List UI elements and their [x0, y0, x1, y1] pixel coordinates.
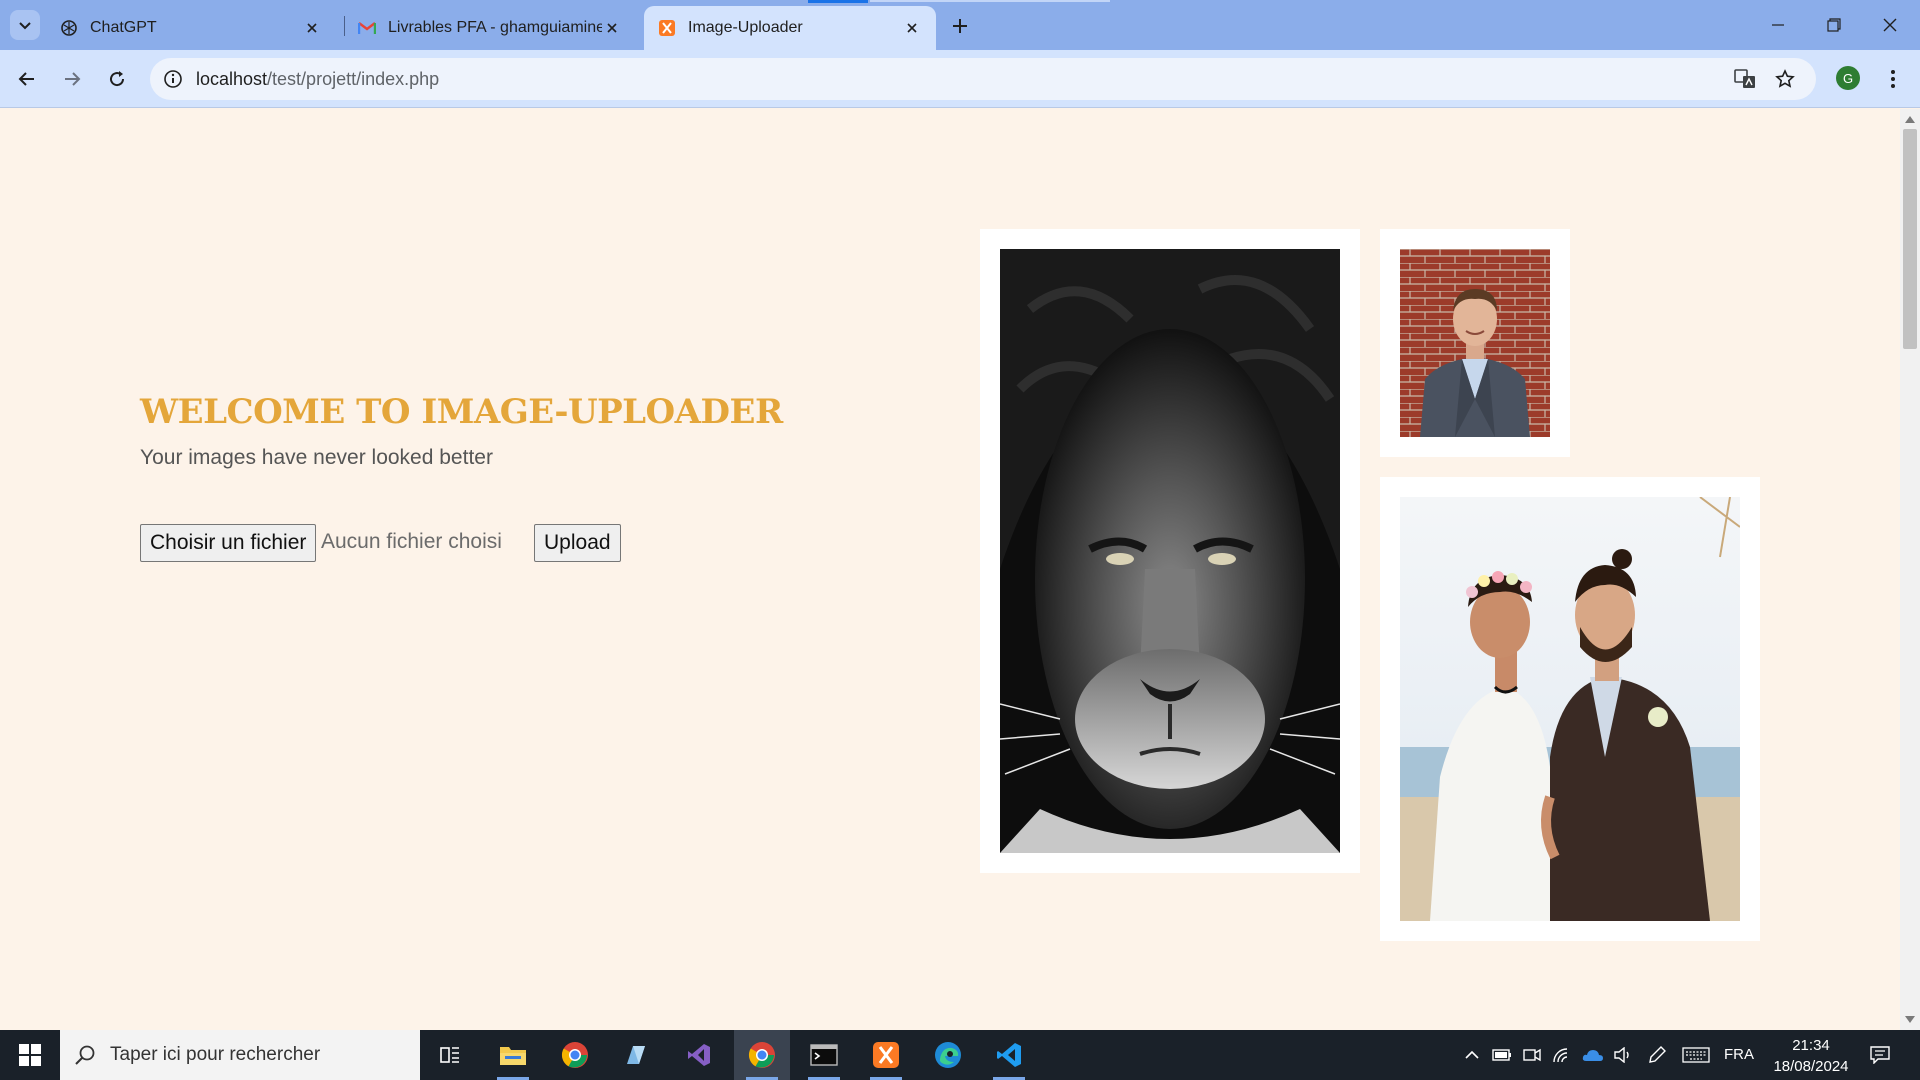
network-icon[interactable]	[1550, 1030, 1574, 1080]
gallery-item-portrait	[1380, 229, 1570, 457]
site-info-icon[interactable]	[160, 66, 186, 92]
clock-time: 21:34	[1792, 1037, 1830, 1054]
chrome-profile-button[interactable]	[734, 1030, 790, 1080]
vscode-icon	[997, 1043, 1021, 1067]
address-bar[interactable]: localhost/test/projett/index.php	[150, 58, 1816, 100]
file-explorer-button[interactable]	[485, 1030, 541, 1080]
close-window-button[interactable]	[1862, 0, 1918, 50]
arrow-right-icon	[65, 72, 81, 86]
url-host: localhost	[196, 69, 268, 89]
scroll-up-icon[interactable]	[1904, 113, 1916, 125]
couple-photo	[1400, 497, 1740, 921]
pen-icon[interactable]	[1644, 1030, 1670, 1080]
close-icon[interactable]	[602, 18, 622, 38]
battery-icon[interactable]	[1490, 1030, 1514, 1080]
gallery-item-couple	[1380, 477, 1760, 941]
scroll-down-icon[interactable]	[1904, 1014, 1916, 1026]
app-pen-button[interactable]	[608, 1030, 664, 1080]
plus-icon	[953, 19, 967, 33]
visual-studio-button[interactable]	[671, 1030, 727, 1080]
upload-button[interactable]: Upload	[534, 524, 621, 562]
folder-icon	[500, 1047, 526, 1065]
taskbar-search-placeholder: Taper ici pour rechercher	[110, 1044, 321, 1065]
file-status-text: Aucun fichier choisi	[321, 530, 502, 553]
page-title: WELCOME TO IMAGE-UPLOADER	[140, 392, 783, 432]
xampp-icon	[873, 1042, 899, 1068]
tab-search-button[interactable]	[10, 10, 40, 40]
lion-photo	[1000, 249, 1340, 853]
tray-overflow-button[interactable]	[1460, 1030, 1484, 1080]
tab-image-uploader[interactable]: Image-Uploader	[644, 6, 936, 50]
start-button[interactable]	[0, 1030, 60, 1080]
tab-chatgpt[interactable]: ChatGPT	[46, 6, 336, 50]
page-subtitle: Your images have never looked better	[140, 446, 493, 469]
edge-icon	[935, 1042, 961, 1068]
arrow-left-icon	[18, 72, 34, 86]
camera-icon[interactable]	[1520, 1030, 1544, 1080]
windows-logo-icon	[19, 1044, 41, 1066]
clock[interactable]: 21:34 18/08/2024	[1766, 1035, 1856, 1077]
gallery-item-lion	[980, 229, 1360, 873]
tab-title: Image-Uploader	[688, 19, 803, 36]
close-icon[interactable]	[902, 18, 922, 38]
tab-title: Livrables PFA - ghamguiamine6	[388, 19, 602, 36]
terminal-button[interactable]	[796, 1030, 852, 1080]
minimize-icon	[1772, 24, 1784, 26]
notifications-icon[interactable]	[1866, 1030, 1894, 1080]
chevron-up-icon	[1465, 1050, 1479, 1059]
reload-button[interactable]	[100, 62, 134, 96]
visual-studio-icon	[688, 1044, 710, 1066]
tab-livrables[interactable]: Livrables PFA - ghamguiamine6	[344, 6, 636, 50]
browser-toolbar: localhost/test/projett/index.php G	[0, 50, 1920, 108]
volume-icon[interactable]	[1610, 1030, 1636, 1080]
back-button[interactable]	[10, 62, 44, 96]
xampp-icon	[658, 19, 676, 37]
keyboard-icon[interactable]	[1680, 1030, 1712, 1080]
browser-menu-button[interactable]	[1880, 64, 1906, 94]
forward-button[interactable]	[55, 62, 89, 96]
clock-date: 18/08/2024	[1773, 1058, 1849, 1075]
profile-avatar[interactable]: G	[1836, 66, 1860, 90]
chevron-down-icon	[19, 22, 31, 30]
close-icon[interactable]	[302, 18, 322, 38]
terminal-icon	[810, 1044, 838, 1066]
restore-button[interactable]	[1806, 0, 1862, 50]
chrome-icon	[561, 1042, 588, 1068]
whiteboard-icon	[627, 1046, 645, 1064]
search-icon	[60, 1044, 110, 1066]
vscode-button[interactable]	[981, 1030, 1037, 1080]
gmail-icon	[358, 19, 376, 37]
new-tab-button[interactable]	[946, 12, 974, 40]
chrome-button[interactable]	[547, 1030, 603, 1080]
loading-indicator-track	[870, 0, 1110, 2]
page-scrollbar[interactable]	[1900, 109, 1920, 1030]
bookmark-star-icon[interactable]	[1772, 66, 1798, 92]
xampp-button[interactable]	[858, 1030, 914, 1080]
edge-button[interactable]	[920, 1030, 976, 1080]
url-path: /test/projett/index.php	[267, 69, 440, 89]
onedrive-icon[interactable]	[1580, 1030, 1606, 1080]
scrollbar-thumb[interactable]	[1903, 129, 1917, 349]
loading-indicator	[808, 0, 868, 3]
portrait-photo	[1400, 249, 1550, 437]
task-view-icon	[440, 1047, 459, 1063]
more-vert-icon	[1891, 70, 1895, 88]
reload-icon	[110, 71, 125, 87]
choose-file-button[interactable]: Choisir un fichier	[140, 524, 317, 562]
tab-strip: ChatGPT Livrables PFA - ghamguiamine6 Im…	[0, 0, 1920, 50]
restore-icon	[1827, 18, 1841, 32]
translate-icon[interactable]	[1732, 66, 1758, 92]
chatgpt-icon	[60, 19, 78, 37]
taskbar-search-box[interactable]: Taper ici pour rechercher	[60, 1030, 420, 1080]
task-view-button[interactable]	[422, 1030, 478, 1080]
close-icon	[1883, 18, 1897, 32]
language-indicator[interactable]: FRA	[1724, 1046, 1754, 1063]
url-text: localhost/test/projett/index.php	[196, 69, 439, 90]
windows-taskbar: Taper ici pour rechercher FRA 21:34 18/0…	[0, 1030, 1920, 1080]
minimize-button[interactable]	[1750, 0, 1806, 50]
tab-title: ChatGPT	[90, 19, 157, 36]
chrome-icon	[748, 1042, 775, 1068]
